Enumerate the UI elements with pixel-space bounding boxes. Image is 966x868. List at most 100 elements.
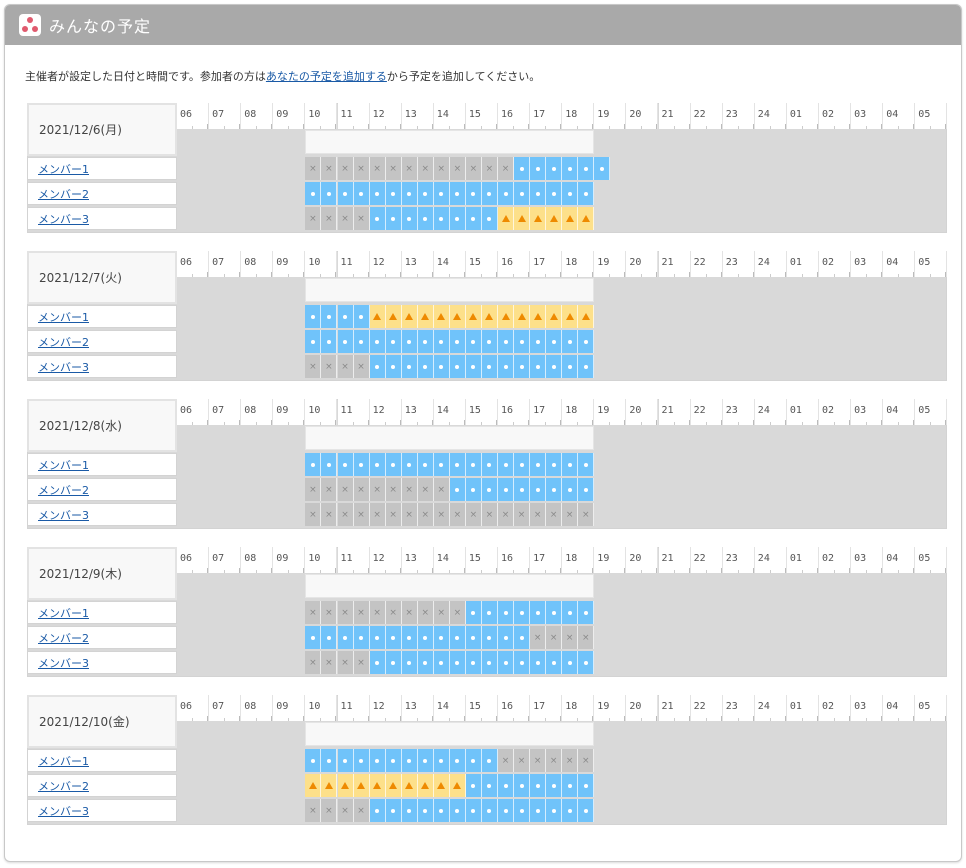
slot-ng: × — [417, 478, 434, 501]
cross-icon: × — [309, 657, 317, 668]
half-hour-tick — [480, 274, 482, 277]
slot-ok — [465, 355, 482, 378]
member-link[interactable]: メンバー3 — [38, 211, 89, 227]
circle-icon — [375, 462, 380, 467]
hour-tick — [367, 272, 369, 277]
hour-text: 16 — [501, 405, 514, 416]
hour-tick — [495, 568, 497, 573]
hour-label: 01 — [786, 399, 819, 425]
hour-label: 15 — [465, 399, 498, 425]
slot-ng: × — [481, 503, 498, 526]
circle-icon — [487, 635, 492, 640]
add-my-schedule-link[interactable]: あなたの予定を追加する — [266, 70, 387, 83]
hour-label: 21 — [658, 399, 691, 425]
slot-ok — [514, 355, 531, 378]
half-hour-tick — [705, 570, 707, 573]
cross-icon: × — [373, 163, 381, 174]
slot-ok — [449, 478, 466, 501]
half-hour-tick — [513, 274, 514, 277]
hour-text: 03 — [854, 553, 867, 564]
day-block: 2021/12/9(木) 06 07 08 09 10 11 12 13 14 15 16 17 18 19… — [27, 547, 948, 677]
slot-ok — [465, 651, 482, 674]
slot-ng: × — [321, 207, 338, 230]
circle-icon — [567, 610, 572, 615]
slot-ok — [337, 626, 354, 649]
circle-icon — [567, 339, 572, 344]
hour-tick — [463, 420, 465, 425]
hour-tick — [881, 272, 883, 277]
slot-ok — [530, 330, 547, 353]
cross-icon: × — [341, 361, 349, 372]
circle-icon — [375, 758, 380, 763]
slot-ng: × — [417, 503, 434, 526]
member-link[interactable]: メンバー3 — [38, 359, 89, 375]
member-link[interactable]: メンバー3 — [38, 655, 89, 671]
member-link[interactable]: メンバー1 — [38, 309, 89, 325]
triangle-icon — [437, 782, 446, 789]
hour-tick — [945, 420, 947, 425]
circle-icon — [535, 364, 540, 369]
slot-maybe — [546, 207, 563, 230]
member-row: メンバー2 — [27, 330, 177, 353]
slot-ok — [481, 330, 498, 353]
member-link[interactable]: メンバー2 — [38, 186, 89, 202]
slot-ok — [465, 453, 482, 476]
member-link[interactable]: メンバー3 — [38, 507, 89, 523]
hour-label: 07 — [209, 251, 242, 277]
member-link[interactable]: メンバー1 — [38, 457, 89, 473]
cross-icon: × — [309, 163, 317, 174]
member-link[interactable]: メンバー2 — [38, 778, 89, 794]
member-link[interactable]: メンバー1 — [38, 753, 89, 769]
circle-icon — [375, 635, 380, 640]
hour-tick — [752, 124, 754, 129]
slot-ok — [417, 330, 434, 353]
cross-icon: × — [485, 509, 494, 520]
member-link[interactable]: メンバー1 — [38, 605, 89, 621]
half-hour-tick — [673, 274, 675, 277]
slot-ok — [514, 626, 531, 649]
circle-icon — [583, 808, 588, 813]
cross-icon: × — [341, 163, 349, 174]
slot-ng: × — [305, 207, 322, 230]
hour-tick — [463, 568, 465, 573]
hour-tick — [881, 124, 883, 129]
slot-ng: × — [337, 601, 354, 624]
slot-ok — [385, 749, 402, 772]
hour-tick — [271, 568, 273, 573]
cross-icon: × — [389, 607, 397, 618]
hour-label: 03 — [851, 251, 884, 277]
cross-icon: × — [309, 805, 317, 816]
circle-icon — [487, 610, 492, 615]
member-link[interactable]: メンバー2 — [38, 334, 89, 350]
member-link[interactable]: メンバー3 — [38, 803, 89, 819]
circle-icon — [567, 808, 572, 813]
member-link[interactable]: メンバー1 — [38, 161, 89, 177]
hour-tick — [399, 568, 401, 573]
circle-icon — [439, 216, 444, 221]
slot-ok — [562, 182, 579, 205]
slot-ok — [465, 182, 482, 205]
half-hour-tick — [416, 570, 418, 573]
hour-text: 15 — [468, 701, 481, 712]
circle-icon — [407, 364, 412, 369]
slot-ok — [498, 330, 514, 353]
hour-text: 06 — [180, 553, 193, 564]
half-hour-tick — [513, 126, 514, 129]
triangle-icon — [341, 782, 349, 789]
slot-ok — [337, 305, 354, 328]
hour-text: 23 — [725, 405, 738, 416]
slot-ok — [321, 453, 338, 476]
hour-text: 24 — [757, 405, 770, 416]
hour-tick — [303, 272, 305, 277]
slot-ok — [530, 355, 547, 378]
slot-ng: × — [337, 503, 354, 526]
hour-tick — [239, 568, 241, 573]
slot-ok — [465, 601, 482, 624]
member-link[interactable]: メンバー2 — [38, 630, 89, 646]
circle-icon — [407, 462, 412, 467]
circle-icon — [343, 191, 347, 196]
circle-icon — [375, 364, 380, 369]
cross-icon: × — [341, 805, 349, 816]
member-link[interactable]: メンバー2 — [38, 482, 89, 498]
circle-icon — [487, 487, 492, 492]
